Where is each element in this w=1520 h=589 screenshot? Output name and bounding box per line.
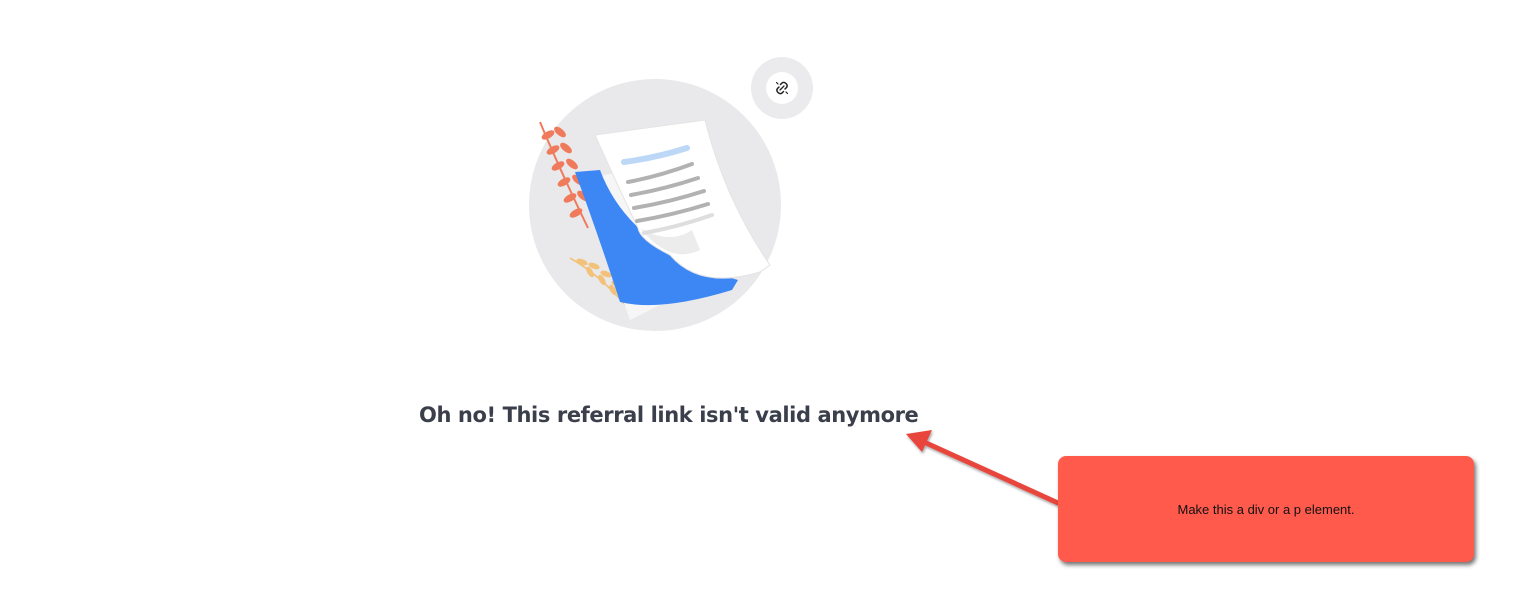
broken-link-icon [766, 72, 798, 104]
error-message: Oh no! This referral link isn't valid an… [419, 403, 919, 427]
annotation-note: Make this a div or a p element. [1177, 501, 1355, 517]
broken-link-badge [751, 57, 813, 119]
annotation-callout: Make this a div or a p element. [1058, 456, 1474, 562]
page: Oh no! This referral link isn't valid an… [0, 0, 1520, 589]
